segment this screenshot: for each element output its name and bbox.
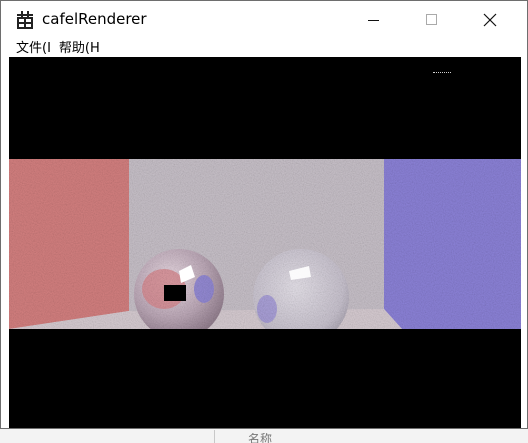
- close-icon: [483, 13, 497, 27]
- app-icon: [16, 11, 34, 29]
- menu-help[interactable]: 帮助(H: [59, 41, 100, 57]
- menu-bar: 文件(I 帮助(H: [9, 41, 119, 57]
- column-divider: [214, 430, 215, 443]
- title-bar[interactable]: cafelRenderer: [1, 1, 527, 39]
- close-button[interactable]: [467, 1, 513, 39]
- progress-dots: [433, 72, 451, 74]
- column-header-label: 名称: [248, 433, 273, 443]
- minimize-icon: [368, 20, 379, 21]
- rendered-image: [9, 159, 521, 329]
- maximize-icon: [426, 14, 437, 25]
- cornell-box-render: [9, 159, 521, 329]
- render-viewport[interactable]: [9, 57, 521, 428]
- menu-file[interactable]: 文件(I: [16, 41, 51, 57]
- maximize-button[interactable]: [409, 1, 455, 39]
- minimize-button[interactable]: [351, 1, 397, 39]
- app-window: cafelRenderer 文件(I 帮助(H: [0, 0, 528, 429]
- window-title: cafelRenderer: [42, 10, 147, 28]
